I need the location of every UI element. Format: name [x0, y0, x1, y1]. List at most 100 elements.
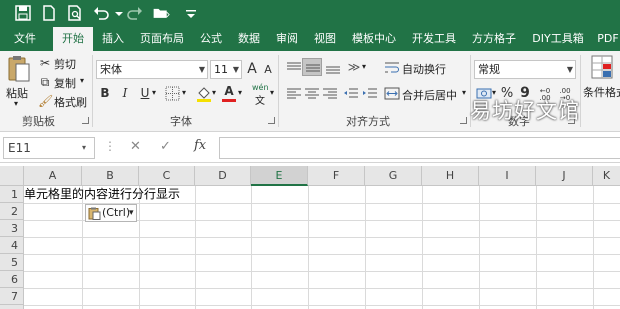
font-name-select[interactable]: 宋体 ▼: [96, 60, 208, 79]
format-painter-button[interactable]: 🖌 格式刷: [38, 92, 90, 110]
font-group-title: 字体: [170, 115, 192, 128]
tab-developer[interactable]: 开发工具: [406, 27, 462, 51]
conditional-format-button[interactable]: 条件格式: [583, 53, 620, 111]
row-header-3[interactable]: 3: [0, 220, 24, 237]
align-bottom-icon[interactable]: [325, 61, 341, 75]
row-header-8[interactable]: 8: [0, 305, 24, 309]
orientation-icon[interactable]: ≫: [344, 59, 364, 75]
align-middle-button[interactable]: [302, 58, 322, 76]
font-color-dropdown-icon[interactable]: ▾: [238, 88, 242, 97]
column-header-h[interactable]: H: [422, 166, 479, 186]
align-middle-icon: [306, 64, 320, 72]
column-header-d[interactable]: D: [195, 166, 251, 186]
underline-button[interactable]: U: [138, 85, 152, 101]
grow-font-button[interactable]: A: [245, 61, 259, 77]
row-header-2[interactable]: 2: [0, 203, 24, 220]
tab-ffcell[interactable]: 方方格子: [466, 27, 522, 51]
copy-button[interactable]: ⧉ 复制 ▾: [38, 73, 88, 91]
tab-file[interactable]: 文件: [5, 27, 45, 51]
redo-icon[interactable]: [126, 4, 144, 22]
name-box-value: E11: [8, 141, 31, 155]
column-header-c[interactable]: C: [139, 166, 195, 186]
cancel-icon[interactable]: ✕: [130, 139, 141, 154]
row-header-4[interactable]: 4: [0, 237, 24, 254]
tab-formulas[interactable]: 公式: [194, 27, 228, 51]
insert-function-icon[interactable]: fx: [194, 138, 206, 153]
tab-template-center[interactable]: 模板中心: [346, 27, 402, 51]
tab-data[interactable]: 数据: [232, 27, 266, 51]
align-center-icon[interactable]: [304, 87, 320, 101]
borders-icon[interactable]: [165, 86, 181, 102]
font-size-value: 11: [214, 63, 228, 76]
align-left-icon[interactable]: [286, 87, 302, 101]
orientation-dropdown-icon[interactable]: ▾: [362, 62, 366, 71]
tab-view[interactable]: 视图: [308, 27, 342, 51]
row-header-5[interactable]: 5: [0, 254, 24, 271]
column-header-g[interactable]: G: [365, 166, 422, 186]
row-header-6[interactable]: 6: [0, 271, 24, 288]
align-top-icon[interactable]: [286, 61, 302, 75]
name-box-dropdown-icon[interactable]: ▾: [82, 143, 86, 152]
bold-button[interactable]: B: [98, 85, 112, 101]
clipboard-launcher-icon[interactable]: [82, 117, 89, 124]
column-header-k[interactable]: K: [593, 166, 620, 186]
formula-input[interactable]: [219, 137, 620, 159]
italic-button[interactable]: I: [118, 85, 132, 101]
underline-dropdown-icon[interactable]: ▾: [152, 88, 156, 97]
row-header-7[interactable]: 7: [0, 288, 24, 305]
phonetic-dropdown-icon[interactable]: ▾: [270, 88, 274, 97]
open-folder-icon[interactable]: [152, 4, 174, 22]
decrease-indent-icon[interactable]: [343, 87, 359, 101]
new-file-icon[interactable]: [40, 4, 58, 22]
enter-icon[interactable]: ✓: [160, 139, 171, 154]
cut-button[interactable]: ✂ 剪切: [38, 54, 84, 72]
wrap-text-button[interactable]: 自动换行: [384, 59, 466, 77]
fill-color-icon[interactable]: [196, 85, 212, 103]
paste-options-button[interactable]: (Ctrl) ▾: [85, 204, 137, 222]
font-launcher-icon[interactable]: [268, 117, 275, 124]
select-all-corner[interactable]: [0, 166, 24, 186]
fill-color-dropdown-icon[interactable]: ▾: [212, 88, 216, 97]
font-size-select[interactable]: 11 ▼: [210, 60, 242, 79]
tab-home[interactable]: 开始: [53, 27, 93, 51]
tab-diy-toolbox[interactable]: DIY工具箱: [528, 27, 588, 51]
borders-dropdown-icon[interactable]: ▾: [182, 88, 186, 97]
format-painter-icon: 🖌: [38, 94, 54, 108]
copy-dropdown-icon: ▾: [80, 76, 85, 85]
paste-button[interactable]: 粘贴 ▾: [4, 55, 34, 110]
tab-pdf[interactable]: PDF: [594, 27, 620, 51]
tab-insert[interactable]: 插入: [96, 27, 130, 51]
alignment-launcher-icon[interactable]: [460, 117, 467, 124]
column-header-i[interactable]: I: [479, 166, 536, 186]
shrink-font-button[interactable]: A: [262, 62, 274, 78]
wrap-text-label: 自动换行: [402, 63, 446, 76]
font-color-button[interactable]: A: [222, 83, 236, 103]
merge-center-icon: [384, 87, 400, 100]
phonetic-button[interactable]: wén 文: [252, 83, 270, 107]
save-icon[interactable]: [14, 4, 32, 22]
undo-icon[interactable]: [92, 4, 110, 22]
column-header-j[interactable]: J: [536, 166, 593, 186]
print-preview-icon[interactable]: [66, 4, 84, 22]
undo-dropdown-icon[interactable]: [110, 4, 123, 22]
row-header-1[interactable]: 1: [0, 186, 24, 203]
gridline: [82, 186, 83, 309]
conditional-format-icon: [591, 55, 613, 79]
formula-bar: E11 ▾ ⋮ ✕ ✓ fx: [0, 133, 620, 163]
cell-a1[interactable]: 单元格里的内容进行分行显示: [24, 186, 180, 203]
quick-access-toolbar: [0, 0, 620, 27]
align-right-icon[interactable]: [322, 87, 338, 101]
column-header-a[interactable]: A: [24, 166, 82, 186]
merge-center-button[interactable]: 合并后居中 ▾: [384, 85, 470, 103]
number-format-select[interactable]: 常规 ▼: [474, 60, 576, 79]
column-header-e[interactable]: E: [251, 166, 308, 186]
increase-indent-icon[interactable]: [362, 87, 378, 101]
column-header-f[interactable]: F: [308, 166, 365, 186]
customize-qat-icon[interactable]: [182, 4, 196, 22]
worksheet-grid[interactable]: A B C D E F G H I J K 1 2 3 4 5 6 7 8 单元…: [0, 166, 620, 309]
column-header-b[interactable]: B: [82, 166, 139, 186]
tab-page-layout[interactable]: 页面布局: [136, 27, 188, 51]
tab-review[interactable]: 审阅: [270, 27, 304, 51]
gridline: [139, 186, 140, 309]
wrap-text-icon: [385, 62, 399, 73]
